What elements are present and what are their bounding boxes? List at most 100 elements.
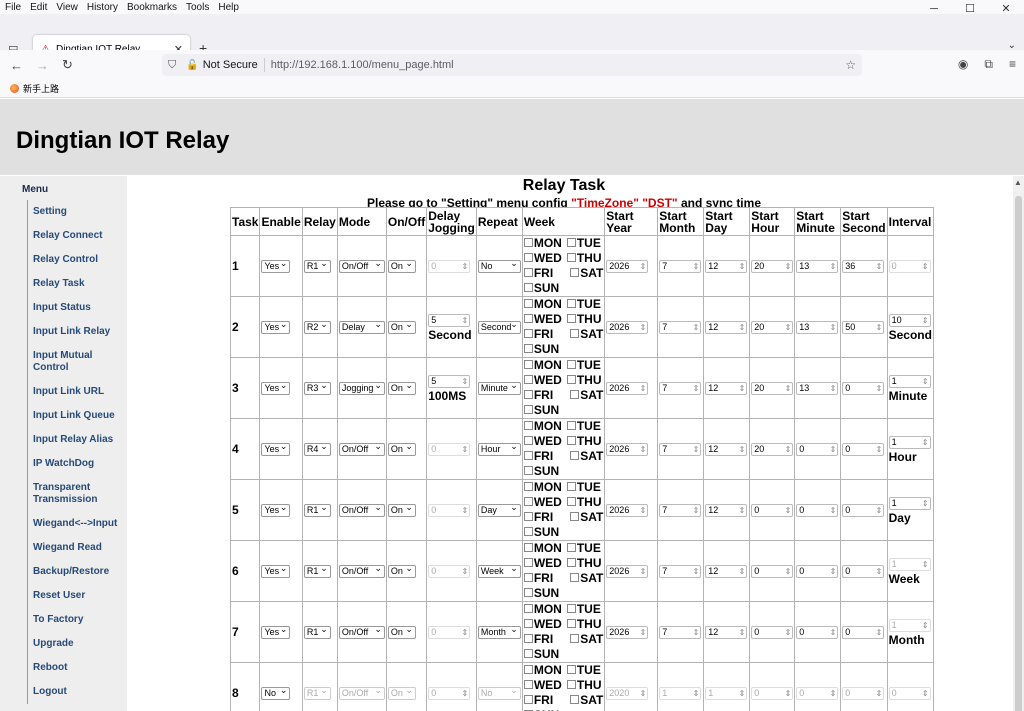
weekday-checkbox[interactable]: SUN	[523, 342, 559, 357]
weekday-checkbox[interactable]: TUE	[566, 663, 601, 678]
mode-select[interactable]: Jogging	[338, 380, 385, 396]
start-hour-input[interactable]: 20	[751, 321, 794, 335]
weekday-checkbox[interactable]: MON	[523, 419, 562, 434]
repeat-select[interactable]: Second	[477, 319, 521, 335]
weekday-checkbox[interactable]: FRI	[523, 388, 553, 403]
weekday-checkbox[interactable]: THU	[566, 312, 602, 327]
start-year-input[interactable]: 2026	[606, 443, 649, 457]
url-text[interactable]: http://192.168.1.100/menu_page.html	[271, 59, 454, 71]
start-day-input[interactable]: 12	[705, 382, 748, 396]
start-month-input[interactable]: 7	[659, 321, 702, 335]
weekday-checkbox[interactable]: TUE	[566, 297, 601, 312]
start-second-input[interactable]: 0	[842, 504, 885, 518]
start-year-input[interactable]: 2020	[606, 687, 649, 701]
repeat-select[interactable]: No	[477, 258, 521, 274]
weekday-checkbox[interactable]: FRI	[523, 510, 553, 525]
weekday-checkbox[interactable]: SAT	[570, 449, 603, 464]
bookmark-item[interactable]: 新手上路	[23, 82, 59, 95]
weekday-checkbox[interactable]: SAT	[570, 388, 603, 403]
relay-select[interactable]: R4	[303, 441, 331, 457]
start-minute-input[interactable]: 0	[796, 504, 839, 518]
start-minute-input[interactable]: 0	[796, 626, 839, 640]
start-day-input[interactable]: 12	[705, 321, 748, 335]
onoff-select[interactable]: On	[387, 380, 416, 396]
scrollbar[interactable]: ▲	[1013, 176, 1024, 711]
weekday-checkbox[interactable]: SUN	[523, 586, 559, 601]
menu-history[interactable]: History	[87, 2, 118, 13]
sidebar-item[interactable]: To Factory	[28, 608, 127, 632]
interval-input[interactable]: 1	[888, 496, 931, 510]
mode-select[interactable]: On/Off	[338, 563, 385, 579]
start-month-input[interactable]: 7	[659, 443, 702, 457]
extensions-icon[interactable]: ⧉	[984, 57, 993, 72]
weekday-checkbox[interactable]: WED	[523, 373, 562, 388]
start-year-input[interactable]: 2026	[606, 626, 649, 640]
mode-select[interactable]: On/Off	[338, 441, 385, 457]
start-second-input[interactable]: 0	[842, 565, 885, 579]
interval-input[interactable]: 1	[888, 618, 931, 632]
weekday-checkbox[interactable]: SUN	[523, 525, 559, 540]
onoff-select[interactable]: On	[387, 502, 416, 518]
onoff-select[interactable]: On	[387, 258, 416, 274]
weekday-checkbox[interactable]: WED	[523, 251, 562, 266]
sidebar-item[interactable]: Transparent Transmission	[28, 476, 127, 512]
start-minute-input[interactable]: 0	[796, 565, 839, 579]
weekday-checkbox[interactable]: WED	[523, 434, 562, 449]
mode-select[interactable]: On/Off	[338, 624, 385, 640]
enable-select[interactable]: Yes	[261, 502, 291, 518]
relay-select[interactable]: R3	[303, 380, 331, 396]
start-minute-input[interactable]: 0	[796, 687, 839, 701]
weekday-checkbox[interactable]: FRI	[523, 327, 553, 342]
sidebar-item[interactable]: Input Relay Alias	[28, 428, 127, 452]
interval-input[interactable]: 0	[888, 686, 931, 700]
start-hour-input[interactable]: 0	[751, 504, 794, 518]
menu-file[interactable]: File	[5, 2, 21, 13]
start-month-input[interactable]: 1	[659, 687, 702, 701]
onoff-select[interactable]: On	[387, 685, 416, 701]
address-bar[interactable]: ⛉ 🔓 Not Secure http://192.168.1.100/menu…	[162, 54, 862, 76]
weekday-checkbox[interactable]: THU	[566, 434, 602, 449]
reload-icon[interactable]: ↻	[62, 57, 73, 73]
onoff-select[interactable]: On	[387, 563, 416, 579]
weekday-checkbox[interactable]: SAT	[570, 266, 603, 281]
delay-input[interactable]: 0	[428, 503, 471, 517]
relay-select[interactable]: R2	[303, 319, 331, 335]
weekday-checkbox[interactable]: WED	[523, 617, 562, 632]
start-month-input[interactable]: 7	[659, 504, 702, 518]
weekday-checkbox[interactable]: WED	[523, 495, 562, 510]
start-day-input[interactable]: 12	[705, 565, 748, 579]
repeat-select[interactable]: Week	[477, 563, 521, 579]
start-day-input[interactable]: 12	[705, 626, 748, 640]
sidebar-item[interactable]: Upgrade	[28, 632, 127, 656]
delay-input[interactable]: 5	[428, 374, 471, 388]
relay-select[interactable]: R1	[303, 563, 331, 579]
weekday-checkbox[interactable]: SAT	[570, 632, 603, 647]
start-second-input[interactable]: 36	[842, 260, 885, 274]
weekday-checkbox[interactable]: THU	[566, 617, 602, 632]
start-month-input[interactable]: 7	[659, 382, 702, 396]
weekday-checkbox[interactable]: WED	[523, 678, 562, 693]
onoff-select[interactable]: On	[387, 441, 416, 457]
relay-select[interactable]: R1	[303, 685, 331, 701]
shield-icon[interactable]: ⛉	[168, 59, 176, 72]
weekday-checkbox[interactable]: FRI	[523, 266, 553, 281]
relay-select[interactable]: R1	[303, 502, 331, 518]
start-second-input[interactable]: 0	[842, 443, 885, 457]
weekday-checkbox[interactable]: SUN	[523, 281, 559, 296]
sidebar-item[interactable]: Reset User	[28, 584, 127, 608]
start-year-input[interactable]: 2026	[606, 504, 649, 518]
weekday-checkbox[interactable]: WED	[523, 556, 562, 571]
weekday-checkbox[interactable]: SUN	[523, 403, 559, 418]
delay-input[interactable]: 0	[428, 564, 471, 578]
interval-input[interactable]: 0	[888, 259, 931, 273]
insecure-lock-icon[interactable]: 🔓	[186, 60, 198, 71]
menu-view[interactable]: View	[56, 2, 78, 13]
scroll-thumb[interactable]	[1015, 196, 1022, 711]
weekday-checkbox[interactable]: TUE	[566, 480, 601, 495]
start-hour-input[interactable]: 0	[751, 626, 794, 640]
mode-select[interactable]: On/Off	[338, 258, 385, 274]
sidebar-item[interactable]: Reboot	[28, 656, 127, 680]
start-minute-input[interactable]: 0	[796, 443, 839, 457]
start-minute-input[interactable]: 13	[796, 382, 839, 396]
start-hour-input[interactable]: 0	[751, 565, 794, 579]
